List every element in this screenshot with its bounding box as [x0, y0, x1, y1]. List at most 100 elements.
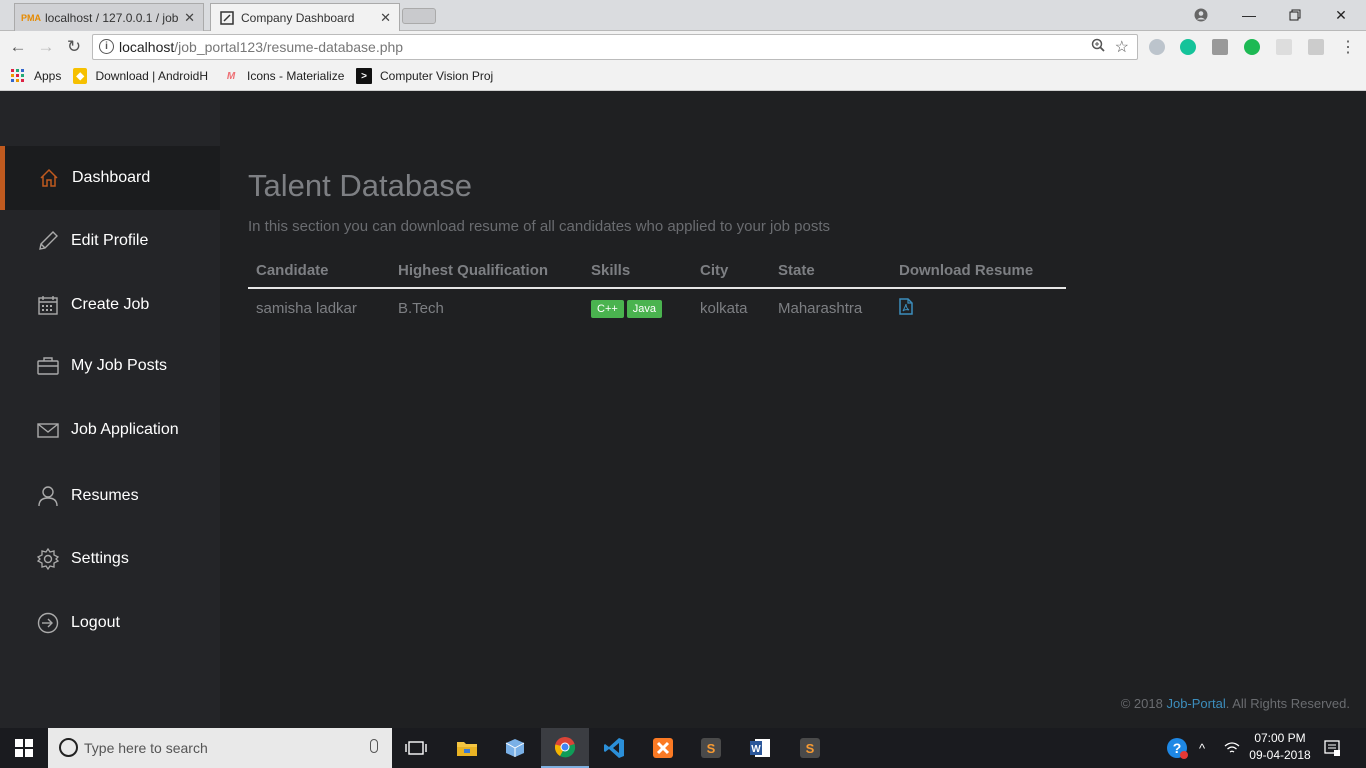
xampp-icon[interactable] [639, 728, 687, 768]
taskbar-search-input[interactable]: Type here to search [48, 728, 392, 768]
sidebar-item-settings[interactable]: Settings [0, 527, 220, 591]
sidebar-item-edit-profile[interactable]: Edit Profile [0, 209, 220, 273]
svg-text:S: S [707, 741, 716, 756]
page-subtitle: In this section you can download resume … [248, 218, 831, 235]
sidebar-item-create-job[interactable]: Create Job [0, 273, 220, 337]
table-row: samisha ladkar B.Tech C++ Java kolkata Ma… [248, 288, 1066, 328]
bookmark-android[interactable]: ◆ Download | AndroidH [73, 68, 208, 84]
user-icon [37, 485, 59, 507]
chrome-icon[interactable] [541, 728, 589, 768]
android-download-icon: ◆ [73, 68, 88, 84]
sidebar-item-job-application[interactable]: Job Application [0, 398, 220, 462]
skype-extension-icon[interactable] [1149, 39, 1165, 55]
back-icon[interactable]: ← [6, 35, 30, 59]
bookmark-materialize[interactable]: M Icons - Materialize [223, 68, 345, 84]
grammarly-extension-icon[interactable] [1180, 39, 1196, 55]
extension-gray-icon[interactable] [1276, 39, 1292, 55]
forward-icon[interactable]: → [34, 35, 58, 59]
sidebar-item-my-job-posts[interactable]: My Job Posts [0, 334, 220, 398]
windows-start-icon[interactable] [0, 728, 48, 768]
bookmarks-bar: Apps ◆ Download | AndroidH M Icons - Mat… [0, 63, 1366, 91]
close-tab-icon[interactable]: ✕ [184, 10, 195, 26]
action-center-icon[interactable] [1324, 728, 1340, 768]
logout-icon [37, 612, 59, 634]
extension-green-icon[interactable] [1244, 39, 1260, 55]
new-tab-button[interactable] [402, 8, 436, 24]
page-icon [219, 10, 235, 26]
sidebar-item-logout[interactable]: Logout [0, 591, 220, 655]
cell-city: kolkata [700, 300, 748, 317]
reload-icon[interactable]: ↻ [62, 35, 86, 59]
help-icon[interactable]: ? [1166, 728, 1188, 768]
header-city: City [692, 254, 770, 289]
3d-box-app-icon[interactable] [491, 728, 539, 768]
sublime-text-icon[interactable]: S [786, 728, 834, 768]
cell-state: Maharashtra [778, 300, 863, 317]
zoom-icon[interactable] [1091, 38, 1105, 55]
microphone-icon[interactable] [370, 739, 378, 753]
svg-text:?: ? [1173, 740, 1182, 756]
task-view-icon[interactable] [392, 728, 440, 768]
briefcase-icon [37, 355, 59, 377]
sidebar-item-dashboard[interactable]: Dashboard [0, 146, 220, 210]
bookmark-star-icon[interactable]: ☆ [1115, 37, 1129, 57]
home-icon [38, 167, 60, 189]
omnibar: ← → ↻ i localhost/job_portal123/resume-d… [0, 31, 1366, 63]
footer-link[interactable]: Job-Portal [1166, 696, 1225, 711]
terminal-icon: > [356, 68, 372, 84]
cell-candidate: samisha ladkar [256, 300, 357, 317]
sidebar-item-resumes[interactable]: Resumes [0, 464, 220, 528]
close-tab-icon[interactable]: ✕ [380, 10, 391, 26]
envelope-icon [37, 419, 59, 441]
info-icon[interactable]: i [99, 39, 114, 54]
gear-icon [37, 548, 59, 570]
header-skills: Skills [583, 254, 692, 289]
header-state: State [770, 254, 891, 289]
calendar-icon [37, 294, 59, 316]
skill-badge: Java [626, 300, 663, 318]
apps-grid-icon [10, 68, 26, 84]
cell-qualification: B.Tech [398, 300, 444, 317]
bookmark-computer-vision[interactable]: > Computer Vision Proj [356, 68, 494, 84]
talent-table: Candidate Highest Qualification Skills C… [248, 254, 1066, 328]
sublime-text-icon[interactable]: S [687, 728, 735, 768]
table-header-row: Candidate Highest Qualification Skills C… [248, 254, 1066, 289]
page-title: Talent Database [248, 168, 473, 203]
header-candidate: Candidate [248, 254, 390, 289]
cell-download [891, 288, 1066, 328]
close-window-icon[interactable]: ✕ [1318, 0, 1364, 30]
pdf-file-icon[interactable] [899, 298, 913, 319]
header-download-resume: Download Resume [891, 254, 1066, 289]
tab-phpmyadmin[interactable]: PMA localhost / 127.0.0.1 / job ✕ [14, 3, 204, 31]
menu-kebab-icon[interactable]: ⋮ [1336, 35, 1360, 59]
browser-chrome: PMA localhost / 127.0.0.1 / job ✕ Compan… [0, 0, 1366, 91]
materialize-icon: M [226, 70, 236, 82]
cortana-icon [59, 738, 78, 757]
address-bar[interactable]: i localhost/job_portal123/resume-databas… [92, 34, 1138, 60]
phpmyadmin-icon: PMA [21, 12, 41, 23]
taskbar: Type here to search S W S ? ^ 07:00 PM 0… [0, 728, 1366, 768]
chevron-up-icon[interactable]: ^ [1199, 728, 1205, 768]
word-icon[interactable]: W [736, 728, 784, 768]
profile-icon[interactable] [1178, 0, 1224, 30]
system-clock[interactable]: 07:00 PM 09-04-2018 [1240, 730, 1320, 764]
restore-icon[interactable] [1272, 0, 1318, 30]
svg-text:S: S [806, 741, 815, 756]
bookmark-apps[interactable]: Apps [10, 68, 61, 84]
extension-icon[interactable] [1212, 39, 1228, 55]
vscode-icon[interactable] [590, 728, 638, 768]
tab-company-dashboard[interactable]: Company Dashboard ✕ [210, 3, 400, 32]
file-explorer-icon[interactable] [443, 728, 491, 768]
cell-skills: C++ Java [583, 288, 692, 328]
minimize-icon[interactable]: — [1226, 0, 1272, 30]
svg-text:W: W [751, 744, 761, 755]
page: Dashboard Edit Profile Create Job My Job… [0, 91, 1366, 728]
sidebar: Dashboard Edit Profile Create Job My Job… [0, 91, 220, 728]
footer: © 2018 Job-Portal. All Rights Reserved. [1120, 696, 1350, 711]
wifi-icon[interactable] [1224, 728, 1240, 768]
tab-strip: PMA localhost / 127.0.0.1 / job ✕ Compan… [0, 0, 1366, 32]
pencil-icon [37, 230, 59, 252]
header-qualification: Highest Qualification [390, 254, 583, 289]
extension-cast-icon[interactable] [1308, 39, 1324, 55]
skill-badge: C++ [591, 300, 624, 318]
